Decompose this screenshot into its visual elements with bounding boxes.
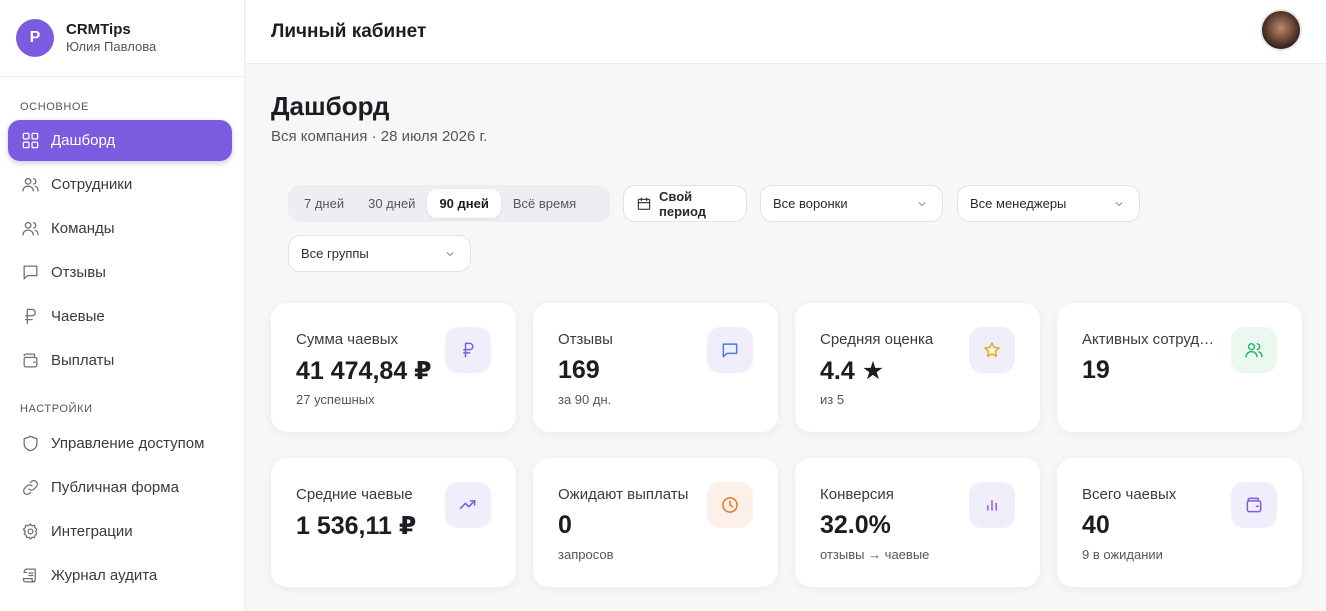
chevron-down-icon <box>916 198 928 210</box>
stat-card-total-tips: Всего чаевых 40 9 в ожидании <box>1057 458 1302 587</box>
sidebar-item-dashboard[interactable]: Дашборд <box>8 120 232 161</box>
stat-card-pending-payouts: Ожидают выплаты 0 запросов <box>533 458 778 587</box>
page-subtitle: Вся компания · 28 июля 2026 г. <box>271 128 488 145</box>
wallet-icon <box>1231 482 1277 528</box>
sidebar-item-label: Дашборд <box>51 132 116 149</box>
wallet-icon <box>20 351 40 371</box>
card-label: Сумма чаевых <box>296 331 399 348</box>
card-subtext: запросов <box>558 547 614 562</box>
card-label: Конверсия <box>820 486 894 503</box>
card-label: Средние чаевые <box>296 486 413 503</box>
sidebar-item-label: Команды <box>51 220 115 237</box>
card-label: Средняя оценка <box>820 331 934 348</box>
sidebar-item-payouts[interactable]: Выплаты <box>8 340 232 381</box>
link-icon <box>20 478 40 498</box>
sidebar: Р CRMTips Юлия Павлова ОСНОВНОЕ Дашборд … <box>0 0 245 611</box>
card-value: 4.4 ★ <box>820 357 885 385</box>
card-label: Всего чаевых <box>1082 486 1177 503</box>
sidebar-item-label: Публичная форма <box>51 479 179 496</box>
card-label: Отзывы <box>558 331 613 348</box>
message-icon <box>707 327 753 373</box>
sidebar-item-label: Отзывы <box>51 264 106 281</box>
team-icon <box>20 219 40 239</box>
card-subtext: 27 успешных <box>296 392 375 407</box>
brand-avatar: Р <box>16 19 54 57</box>
sidebar-item-label: Выплаты <box>51 352 115 369</box>
sidebar-section-settings: НАСТРОЙКИ <box>20 403 93 415</box>
message-icon <box>20 263 40 283</box>
sidebar-item-label: Чаевые <box>51 308 105 325</box>
group-select[interactable]: Все группы <box>288 235 471 272</box>
card-subtext: 9 в ожидании <box>1082 547 1163 562</box>
period-selector: 7 дней 30 дней 90 дней Всё время <box>288 185 610 222</box>
sidebar-section-main: ОСНОВНОЕ <box>20 101 89 113</box>
card-subtext: за 90 дн. <box>558 392 612 407</box>
card-value: 169 <box>558 356 600 384</box>
dashboard-icon <box>20 131 40 151</box>
sidebar-item-label: Управление доступом <box>51 435 205 452</box>
stat-card-tips-sum: Сумма чаевых 41 474,84 ₽ 27 успешных <box>271 303 516 432</box>
custom-period-button[interactable]: Свой период <box>623 185 747 222</box>
stat-card-active-employees: Активных сотрудников 19 <box>1057 303 1302 432</box>
top-bar: Личный кабинет <box>246 0 1326 64</box>
card-value: 32.0% <box>820 511 891 539</box>
calendar-icon <box>636 196 652 212</box>
sidebar-item-reviews[interactable]: Отзывы <box>8 252 232 293</box>
funnel-select-value: Все воронки <box>773 196 848 211</box>
brand-user-name: Юлия Павлова <box>66 39 157 54</box>
chevron-down-icon <box>444 248 456 260</box>
brand-text: CRMTips Юлия Павлова <box>66 21 156 55</box>
trend-up-icon <box>445 482 491 528</box>
manager-select-value: Все менеджеры <box>970 196 1067 211</box>
card-value: 40 <box>1082 511 1110 539</box>
card-value: 0 <box>558 511 572 539</box>
card-value: 41 474,84 ₽ <box>296 357 432 385</box>
stat-card-conversion: Конверсия 32.0% отзывы → чаевые <box>795 458 1040 587</box>
stat-card-average-tip: Средние чаевые 1 536,11 ₽ <box>271 458 516 587</box>
card-value: 1 536,11 ₽ <box>296 512 417 540</box>
card-subtext: отзывы → чаевые <box>820 547 930 562</box>
sidebar-item-label: Интеграции <box>51 523 133 540</box>
chevron-down-icon <box>1113 198 1125 210</box>
period-90-days-button[interactable]: 90 дней <box>427 189 501 218</box>
scroll-icon <box>20 566 40 586</box>
stat-card-reviews: Отзывы 169 за 90 дн. <box>533 303 778 432</box>
users-icon <box>1231 327 1277 373</box>
page-title: Дашборд <box>271 91 390 121</box>
gear-icon <box>20 522 40 542</box>
sidebar-item-label: Журнал аудита <box>51 567 158 584</box>
sidebar-item-audit-log[interactable]: Журнал аудита <box>8 555 232 596</box>
sidebar-item-employees[interactable]: Сотрудники <box>8 164 232 205</box>
group-select-value: Все группы <box>301 246 369 261</box>
card-subtext: из 5 <box>820 392 845 407</box>
sidebar-item-public-form[interactable]: Публичная форма <box>8 467 232 508</box>
period-all-time-button[interactable]: Всё время <box>501 189 588 218</box>
stat-card-average-rating: Средняя оценка 4.4 ★ из 5 <box>795 303 1040 432</box>
header-title: Личный кабинет <box>271 20 427 42</box>
period-30-days-button[interactable]: 30 дней <box>356 189 427 218</box>
sidebar-item-tips[interactable]: Чаевые <box>8 296 232 337</box>
users-icon <box>20 175 40 195</box>
funnel-select[interactable]: Все воронки <box>760 185 943 222</box>
star-icon <box>969 327 1015 373</box>
card-label: Ожидают выплаты <box>558 486 689 503</box>
ruble-icon <box>445 327 491 373</box>
shield-icon <box>20 434 40 454</box>
ruble-icon <box>20 307 40 327</box>
bar-chart-icon <box>969 482 1015 528</box>
sidebar-item-teams[interactable]: Команды <box>8 208 232 249</box>
sidebar-item-access[interactable]: Управление доступом <box>8 423 232 464</box>
custom-period-label: Свой период <box>659 188 707 219</box>
sidebar-item-integrations[interactable]: Интеграции <box>8 511 232 552</box>
sidebar-item-label: Сотрудники <box>51 176 133 193</box>
period-7-days-button[interactable]: 7 дней <box>292 189 356 218</box>
profile-avatar[interactable] <box>1260 9 1302 51</box>
brand-header[interactable]: Р CRMTips Юлия Павлова <box>0 0 244 77</box>
manager-select[interactable]: Все менеджеры <box>957 185 1140 222</box>
card-label: Активных сотрудников <box>1082 331 1220 348</box>
card-value: 19 <box>1082 356 1110 384</box>
clock-icon <box>707 482 753 528</box>
brand-name: CRMTips <box>66 21 131 38</box>
